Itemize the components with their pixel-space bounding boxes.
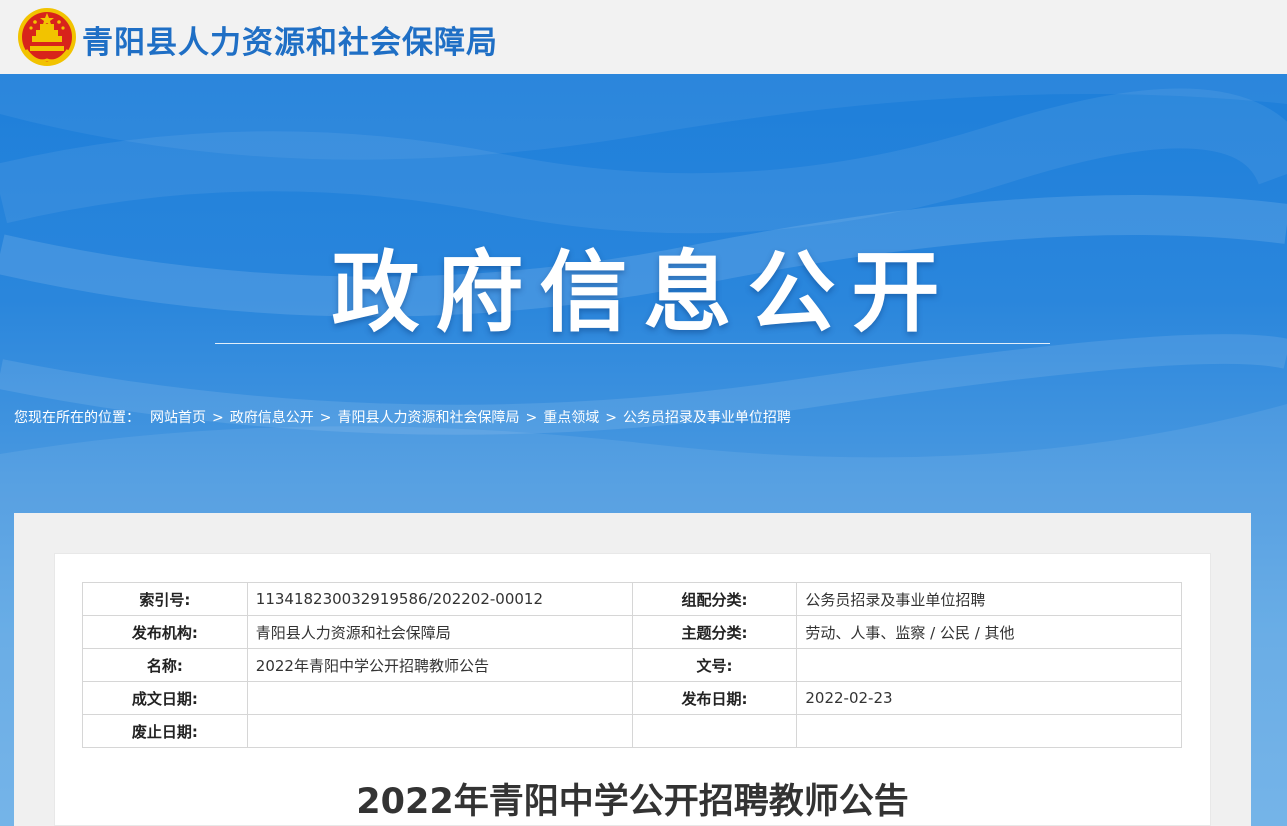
topic-label: 主题分类: <box>631 615 798 649</box>
publish-date-label: 发布日期: <box>631 681 798 715</box>
index-number-value: 11341823003291958​6/202202-00012 <box>246 582 633 616</box>
empty-label <box>631 714 798 748</box>
document-metadata-table: 索引号: 11341823003291958​6/202202-00012 组配… <box>82 582 1182 748</box>
expiry-date-label: 废止日期: <box>82 714 248 748</box>
publisher-label: 发布机构: <box>82 615 248 649</box>
table-row: 废止日期: <box>82 714 1182 748</box>
breadcrumb-separator: > <box>319 410 332 426</box>
topic-value: 劳动、人事、监察 / 公民 / 其他 <box>796 615 1182 649</box>
expiry-date-value <box>246 714 633 748</box>
written-date-value <box>246 681 633 715</box>
document-number-value <box>796 648 1182 682</box>
breadcrumb-item-key-areas[interactable]: 重点领域 <box>543 407 599 427</box>
banner-divider <box>215 343 1050 344</box>
document-number-label: 文号: <box>631 648 798 682</box>
article-title: 2022年青阳中学公开招聘教师公告 <box>356 782 909 822</box>
table-row: 发布机构: 青阳县人力资源和社会保障局 主题分类: 劳动、人事、监察 / 公民 … <box>82 615 1182 649</box>
category-value: 公务员招录及事业单位招聘 <box>796 582 1182 616</box>
table-row: 索引号: 11341823003291958​6/202202-00012 组配… <box>82 582 1182 616</box>
site-title[interactable]: 青阳县人力资源和社会保障局 <box>82 17 498 62</box>
breadcrumb-prefix: 您现在所在的位置： <box>14 410 140 426</box>
table-row: 名称: 2022年青阳中学公开招聘教师公告 文号: <box>82 648 1182 682</box>
index-number-label: 索引号: <box>82 582 248 616</box>
breadcrumb-item-gov-info[interactable]: 政府信息公开 <box>230 407 314 427</box>
breadcrumb: 您现在所在的位置： 网站首页 > 政府信息公开 > 青阳县人力资源和社会保障局 > 重点领域 >… <box>14 407 791 427</box>
table-row: 成文日期: 发布日期: 2022-02-23 <box>82 681 1182 715</box>
publisher-value: 青阳县人力资源和社会保障局 <box>246 615 633 649</box>
breadcrumb-separator: > <box>525 410 538 426</box>
written-date-label: 成文日期: <box>82 681 248 715</box>
banner-title: 政府信息公开 <box>331 241 956 344</box>
name-label: 名称: <box>82 648 248 682</box>
breadcrumb-separator: > <box>212 410 224 426</box>
breadcrumb-item-home[interactable]: 网站首页 <box>150 407 206 427</box>
breadcrumb-item-bureau[interactable]: 青阳县人力资源和社会保障局 <box>337 407 519 427</box>
breadcrumb-item-recruitment[interactable]: 公务员招录及事业单位招聘 <box>623 407 791 427</box>
site-header: 青阳县人力资源和社会保障局 <box>0 0 1287 74</box>
national-emblem-icon[interactable] <box>16 6 78 68</box>
name-value: 2022年青阳中学公开招聘教师公告 <box>246 648 633 682</box>
publish-date-value: 2022-02-23 <box>796 681 1182 715</box>
breadcrumb-separator: > <box>605 410 617 426</box>
empty-value <box>796 714 1182 748</box>
category-label: 组配分类: <box>631 582 798 616</box>
